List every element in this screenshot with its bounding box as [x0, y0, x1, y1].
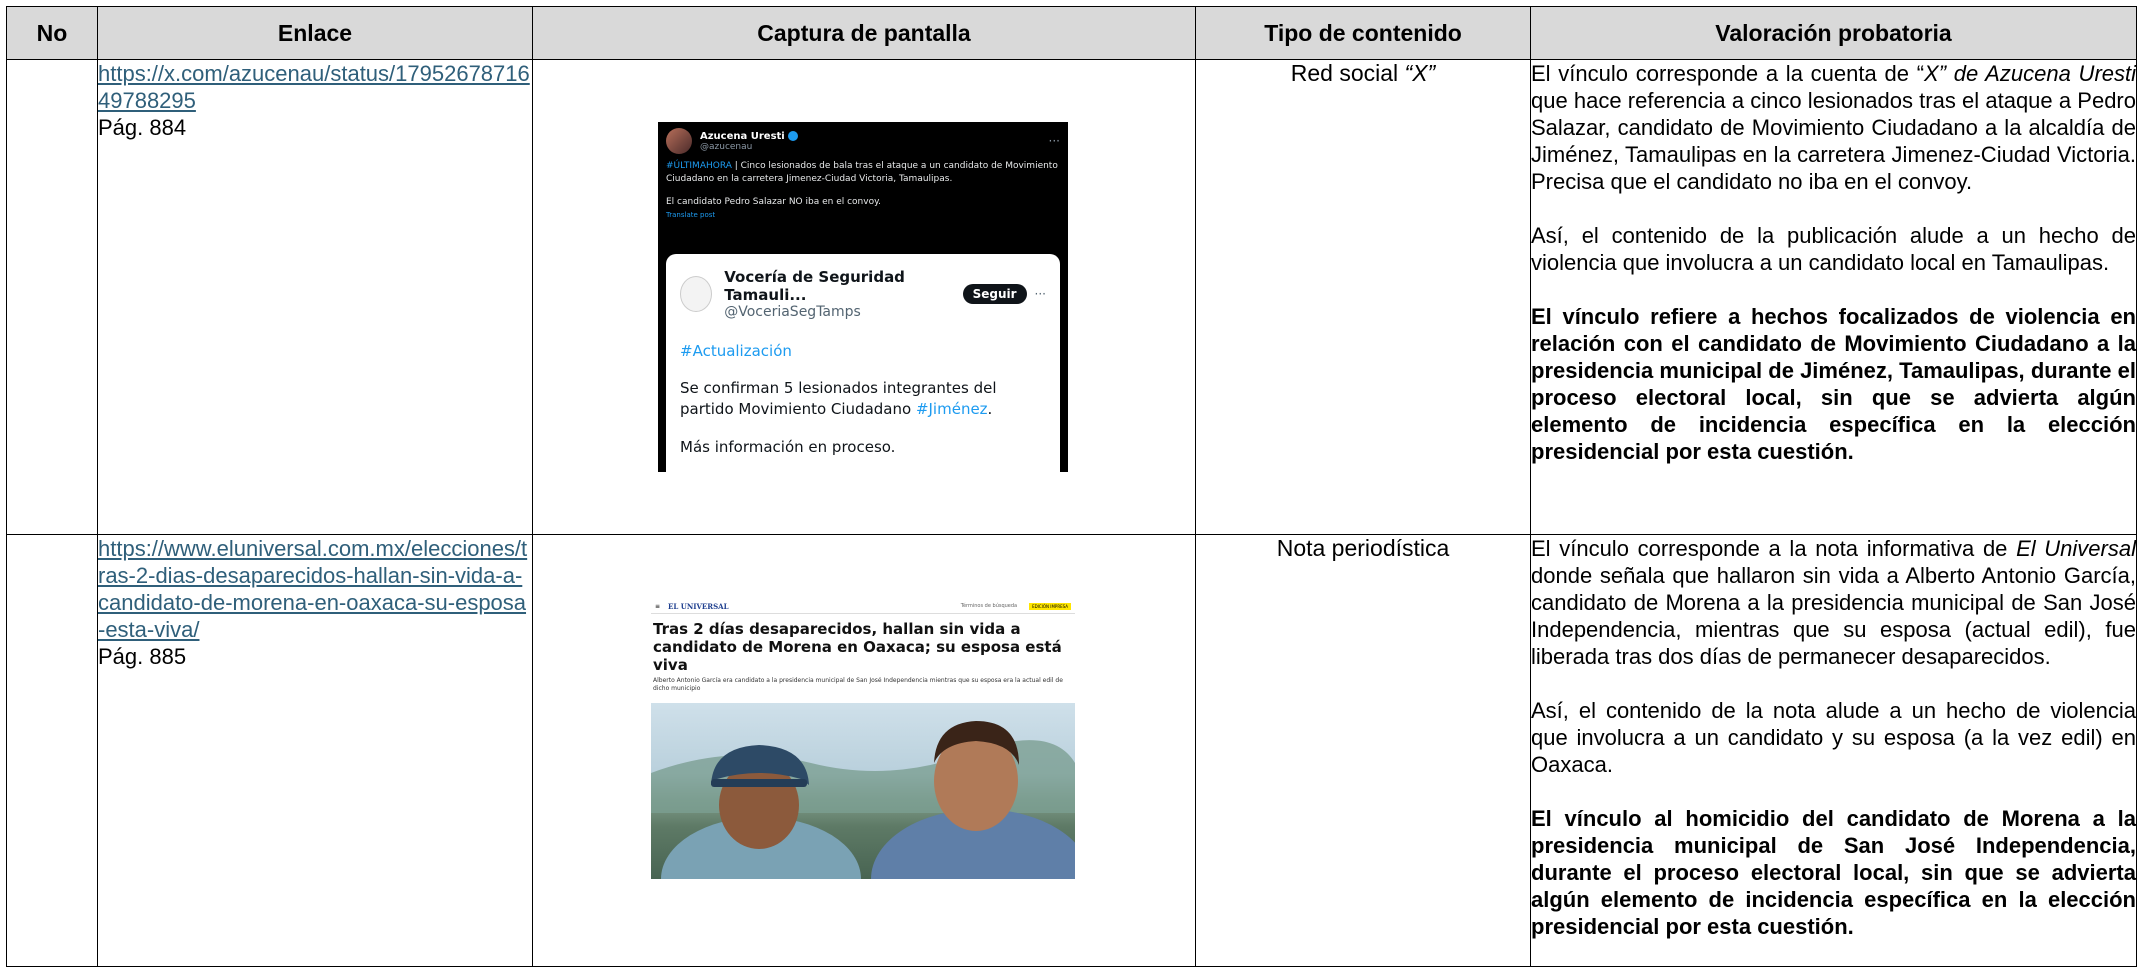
card-body-end: . — [987, 400, 993, 418]
header-valoracion: Valoración probatoria — [1530, 6, 2137, 60]
header-captura: Captura de pantalla — [532, 6, 1196, 60]
card-avatar — [680, 276, 713, 312]
photo-illustration — [651, 721, 1075, 879]
menu-icon: ≡ — [655, 602, 661, 610]
tweet-screenshot: Azucena Uresti @azucenau ··· #ÚLTIMAHORA… — [658, 122, 1068, 472]
valuation-conclusion: El vínculo al homicidio del candidato de… — [1531, 806, 2136, 939]
verified-icon — [787, 130, 798, 141]
content-type: Nota periodística — [1276, 535, 1450, 561]
evidence-link[interactable]: https://www.eluniversal.com.mx/eleccione… — [98, 535, 532, 643]
valuation-text: El vínculo corresponde a la cuenta de “ — [1531, 61, 1925, 86]
header-no: No — [6, 6, 98, 60]
table-row: https://www.eluniversal.com.mx/eleccione… — [6, 534, 2137, 967]
card-name: Vocería de Seguridad Tamauli... — [724, 268, 905, 304]
news-logo: EL UNIVERSAL — [668, 601, 729, 611]
tweet-hashtag: #ÚLTIMAHORA — [666, 161, 732, 171]
valuation-text-cont: donde señala que hallaron sin vida a Alb… — [1531, 563, 2136, 669]
edition-badge: EDICIÓN IMPRESA — [1029, 602, 1071, 610]
evidence-table: No Enlace Captura de pantalla Tipo de co… — [6, 6, 2137, 967]
header-enlace: Enlace — [97, 6, 533, 60]
content-type-cell: Red social “X” — [1195, 59, 1531, 535]
valuation-paragraph-1: El vínculo corresponde a la nota informa… — [1531, 535, 2136, 670]
valuation-emphasis: X” de Azucena Uresti — [1924, 61, 2136, 86]
news-title: Tras 2 días desaparecidos, hallan sin vi… — [653, 620, 1062, 674]
valuation-cell: El vínculo corresponde a la nota informa… — [1530, 534, 2137, 967]
valuation-cell: El vínculo corresponde a la cuenta de “X… — [1530, 59, 2137, 535]
screenshot-cell: ≡ EL UNIVERSAL Términos de búsqueda EDIC… — [532, 534, 1196, 967]
page-reference: Pág. 884 — [98, 115, 187, 140]
screenshot-cell: Azucena Uresti @azucenau ··· #ÚLTIMAHORA… — [532, 59, 1196, 535]
valuation-emphasis: El Universal — [2016, 536, 2136, 561]
page-reference: Pág. 885 — [98, 644, 187, 669]
table-header-row: No Enlace Captura de pantalla Tipo de co… — [6, 6, 2137, 60]
tweet-text: #ÚLTIMAHORA | Cinco lesionados de bala t… — [658, 154, 1068, 209]
avatar — [666, 128, 692, 154]
more-icon: ··· — [1048, 134, 1060, 148]
news-photo — [651, 703, 1075, 879]
follow-button: Seguir — [962, 284, 1027, 304]
quoted-post-card: Vocería de Seguridad Tamauli... @Voceria… — [666, 254, 1060, 472]
card-hashtag: #Actualización — [680, 342, 792, 360]
card-body: Se confirman 5 lesionados integrantes de… — [666, 360, 1060, 420]
tweet-author: Azucena Uresti — [700, 130, 785, 142]
tweet-handle: @azucenau — [700, 141, 753, 152]
translate-link: Translate post — [666, 211, 716, 219]
row-number — [6, 534, 98, 967]
valuation-text-cont: que hace referencia a cinco lesionados t… — [1531, 88, 2136, 194]
header-tipo: Tipo de contenido — [1195, 6, 1531, 60]
link-cell: https://x.com/azucenau/status/1795267871… — [97, 59, 533, 535]
table-row: https://x.com/azucenau/status/1795267871… — [6, 59, 2137, 535]
valuation-paragraph-2: Así, el contenido de la publicación alud… — [1531, 223, 2136, 275]
link-cell: https://www.eluniversal.com.mx/eleccione… — [97, 534, 533, 967]
evidence-link[interactable]: https://x.com/azucenau/status/1795267871… — [98, 60, 532, 114]
card-more-icon: ··· — [1034, 287, 1046, 301]
row-number — [6, 59, 98, 535]
content-type-emphasis: “X” — [1404, 60, 1436, 86]
news-screenshot: ≡ EL UNIVERSAL Términos de búsqueda EDIC… — [651, 599, 1075, 879]
search-placeholder: Términos de búsqueda — [960, 603, 1018, 609]
valuation-text: El vínculo corresponde a la nota informa… — [1531, 536, 2017, 561]
valuation-paragraph-2: Así, el contenido de la nota alude a un … — [1531, 698, 2136, 777]
content-type: Red social — [1290, 60, 1405, 86]
content-type-cell: Nota periodística — [1195, 534, 1531, 967]
news-subtitle: Alberto Antonio García era candidato a l… — [653, 677, 1063, 692]
tweet-text-2: El candidato Pedro Salazar NO iba en el … — [666, 197, 881, 207]
card-more-info: Más información en proceso. — [680, 438, 896, 456]
card-handle: @VoceriaSegTamps — [724, 304, 861, 320]
valuation-paragraph-1: El vínculo corresponde a la cuenta de “X… — [1531, 60, 2136, 195]
valuation-conclusion: El vínculo refiere a hechos focalizados … — [1531, 304, 2136, 464]
card-body-hashtag: #Jiménez — [915, 400, 988, 418]
tweet-header: Azucena Uresti @azucenau ··· — [658, 122, 1068, 154]
news-header: ≡ EL UNIVERSAL Términos de búsqueda EDIC… — [651, 599, 1075, 614]
